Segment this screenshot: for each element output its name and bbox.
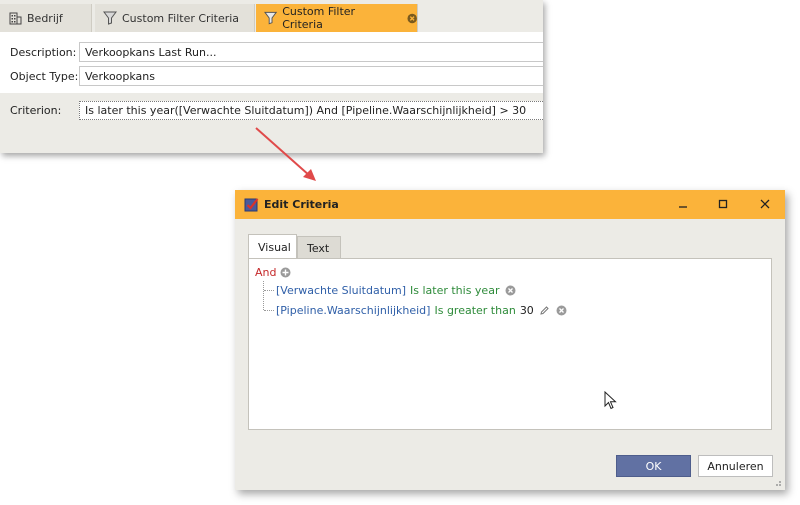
close-icon bbox=[760, 199, 770, 209]
condition-row: [Pipeline.Waarschijnlijkheid] Is greater… bbox=[276, 304, 567, 317]
edit-criteria-dialog: Edit Criteria Visual Text And [Verwachte… bbox=[235, 190, 785, 490]
criterion-label: Criterion: bbox=[10, 104, 62, 117]
building-icon bbox=[9, 12, 22, 25]
condition-field[interactable]: [Verwachte Sluitdatum] bbox=[276, 284, 406, 297]
tree-root: And bbox=[255, 266, 291, 279]
dialog-titlebar[interactable]: Edit Criteria bbox=[235, 190, 785, 219]
condition-operator[interactable]: Is greater than bbox=[434, 304, 515, 317]
mouse-cursor-icon bbox=[604, 391, 617, 410]
tab-custom-filter-criteria[interactable]: Custom Filter Criteria bbox=[95, 4, 255, 32]
tab-bedrijf[interactable]: Bedrijf bbox=[0, 4, 92, 32]
criterion-row: Criterion: Is later this year([Verwachte… bbox=[0, 98, 543, 122]
maximize-button[interactable] bbox=[713, 195, 733, 213]
resize-grip-icon[interactable] bbox=[772, 477, 782, 487]
add-condition-icon[interactable] bbox=[280, 267, 291, 278]
criterion-input[interactable]: Is later this year([Verwachte Sluitdatum… bbox=[79, 101, 543, 120]
condition-row: [Verwachte Sluitdatum] Is later this yea… bbox=[276, 284, 516, 297]
filter-icon bbox=[103, 11, 117, 25]
maximize-icon bbox=[718, 199, 728, 209]
tab-label: Custom Filter Criteria bbox=[122, 11, 240, 25]
close-tab-icon[interactable] bbox=[407, 13, 417, 24]
edit-criteria-icon bbox=[244, 198, 259, 212]
remove-condition-icon[interactable] bbox=[505, 285, 516, 296]
filter-form: Description: Object Type: bbox=[0, 32, 543, 93]
tree-connector bbox=[264, 310, 274, 311]
tab-custom-filter-criteria-active[interactable]: Custom Filter Criteria bbox=[256, 4, 418, 32]
remove-condition-icon[interactable] bbox=[556, 305, 567, 316]
cancel-button[interactable]: Annuleren bbox=[698, 455, 773, 477]
close-dialog-button[interactable] bbox=[755, 195, 775, 213]
condition-value[interactable]: 30 bbox=[520, 304, 534, 317]
tab-visual[interactable]: Visual bbox=[248, 234, 297, 259]
tab-label: Bedrijf bbox=[27, 11, 63, 25]
dialog-title: Edit Criteria bbox=[264, 198, 339, 211]
condition-operator[interactable]: Is later this year bbox=[410, 284, 499, 297]
tree-connector bbox=[263, 281, 264, 310]
group-operator-and[interactable]: And bbox=[255, 266, 276, 279]
document-tabbar: Bedrijf Custom Filter Criteria Custom Fi… bbox=[0, 4, 543, 32]
pencil-icon[interactable] bbox=[539, 305, 550, 316]
dialog-footer: OK Annuleren bbox=[235, 442, 785, 490]
object-type-row: Object Type: bbox=[0, 66, 543, 88]
description-label: Description: bbox=[10, 46, 77, 59]
tree-connector bbox=[264, 290, 274, 291]
description-row: Description: bbox=[0, 42, 543, 64]
criteria-tree-panel: And [Verwachte Sluitdatum] Is later this… bbox=[248, 258, 772, 430]
minimize-icon bbox=[679, 206, 687, 208]
tab-text[interactable]: Text bbox=[297, 236, 341, 259]
filter-icon bbox=[264, 11, 278, 25]
pointer-arrow-icon bbox=[255, 127, 316, 181]
ok-button[interactable]: OK bbox=[616, 455, 691, 477]
object-type-label: Object Type: bbox=[10, 70, 79, 83]
condition-field[interactable]: [Pipeline.Waarschijnlijkheid] bbox=[276, 304, 430, 317]
minimize-button[interactable] bbox=[673, 195, 693, 213]
tab-label: Custom Filter Criteria bbox=[282, 5, 356, 31]
object-type-input[interactable] bbox=[79, 66, 543, 86]
description-input[interactable] bbox=[79, 42, 543, 62]
